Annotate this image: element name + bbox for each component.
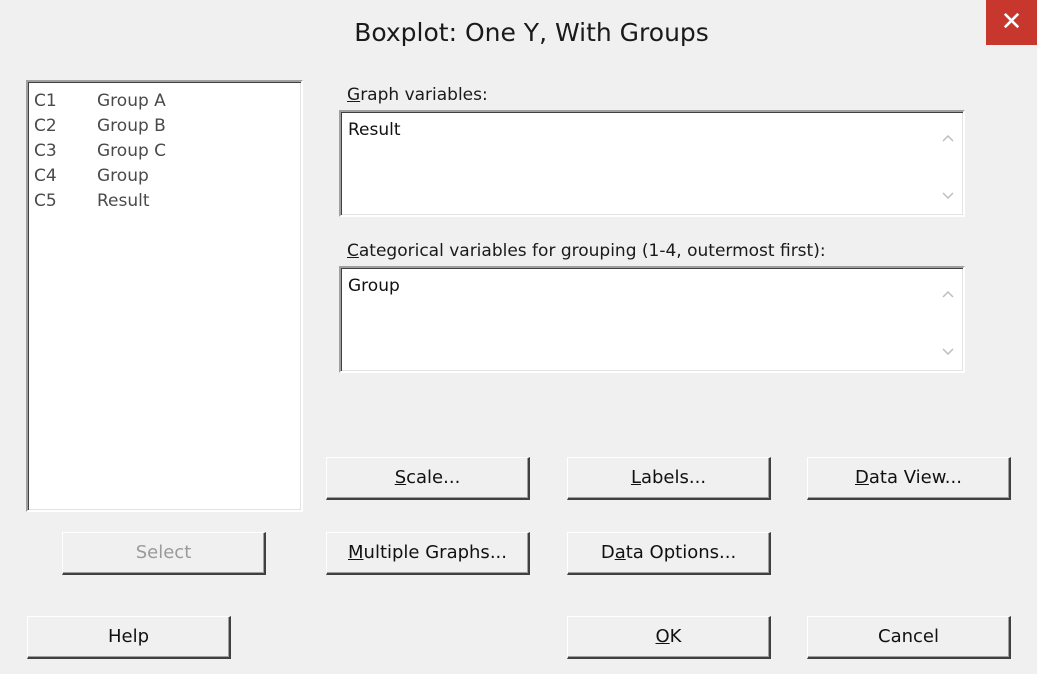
close-button[interactable]: ✕ bbox=[986, 0, 1037, 45]
list-item[interactable]: C5 Result bbox=[34, 188, 301, 213]
dialog-title: Boxplot: One Y, With Groups bbox=[354, 18, 709, 47]
categorical-variables-label: Categorical variables for grouping (1-4,… bbox=[347, 241, 826, 261]
list-item[interactable]: C3 Group C bbox=[34, 138, 301, 163]
data-view-button[interactable]: Data View... bbox=[807, 457, 1011, 500]
help-button[interactable]: Help bbox=[27, 616, 231, 659]
column-id: C1 bbox=[34, 91, 57, 111]
graph-variables-field[interactable]: Result bbox=[339, 110, 965, 217]
categorical-variables-value: Group bbox=[348, 276, 400, 296]
data-options-button[interactable]: Data Options... bbox=[567, 532, 771, 575]
graph-variables-label: Graph variables: bbox=[347, 85, 488, 105]
categorical-variables-field[interactable]: Group bbox=[339, 266, 965, 373]
cancel-button[interactable]: Cancel bbox=[807, 616, 1011, 659]
labels-button[interactable]: Labels... bbox=[567, 457, 771, 500]
list-item[interactable]: C1 Group A bbox=[34, 88, 301, 113]
graph-variables-value: Result bbox=[348, 120, 401, 140]
column-name: Group C bbox=[97, 141, 167, 161]
column-id: C5 bbox=[34, 191, 57, 211]
list-item[interactable]: C2 Group B bbox=[34, 113, 301, 138]
column-id: C4 bbox=[34, 166, 57, 186]
column-name: Group A bbox=[97, 91, 166, 111]
column-id: C2 bbox=[34, 116, 57, 136]
variable-list[interactable]: C1 Group A C2 Group B C3 Group C C4 Grou… bbox=[26, 80, 303, 512]
close-icon: ✕ bbox=[1000, 7, 1023, 37]
multiple-graphs-button[interactable]: Multiple Graphs... bbox=[326, 532, 530, 575]
column-name: Group bbox=[97, 166, 149, 186]
scale-button[interactable]: Scale... bbox=[326, 457, 530, 500]
select-button[interactable]: Select bbox=[62, 532, 266, 575]
list-item[interactable]: C4 Group bbox=[34, 163, 301, 188]
chevron-up-icon[interactable] bbox=[937, 130, 959, 146]
column-name: Result bbox=[97, 191, 150, 211]
chevron-down-icon[interactable] bbox=[937, 344, 959, 360]
column-name: Group B bbox=[97, 116, 166, 136]
boxplot-dialog: Boxplot: One Y, With Groups ✕ C1 Group A… bbox=[0, 0, 1037, 674]
scrollbar[interactable] bbox=[937, 116, 959, 212]
scrollbar[interactable] bbox=[937, 272, 959, 368]
chevron-down-icon[interactable] bbox=[937, 188, 959, 204]
chevron-up-icon[interactable] bbox=[937, 286, 959, 302]
ok-button[interactable]: OK bbox=[567, 616, 771, 659]
title-bar: Boxplot: One Y, With Groups ✕ bbox=[0, 0, 1037, 72]
column-id: C3 bbox=[34, 141, 57, 161]
